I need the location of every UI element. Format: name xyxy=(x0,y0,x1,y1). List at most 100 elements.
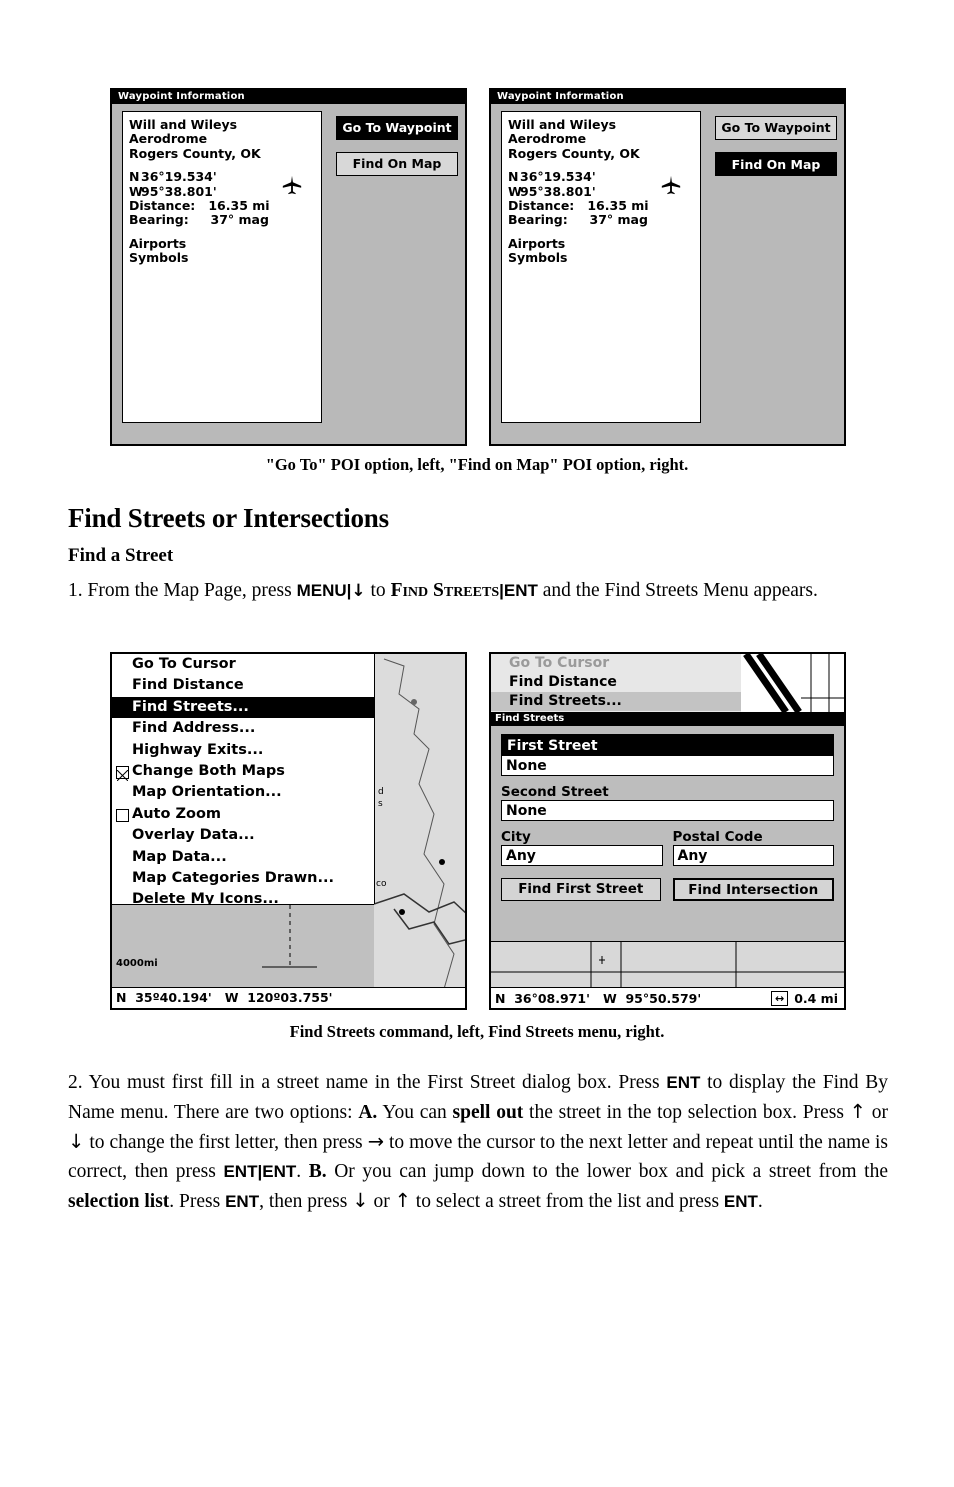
checkbox-unchecked-icon[interactable] xyxy=(116,808,129,822)
city-label: City xyxy=(501,829,531,845)
s2-t10: . Press xyxy=(169,1191,226,1212)
find-streets-dialog-title: Find Streets xyxy=(491,712,844,726)
gps-unit-find-streets: Go To Cursor Find Distance Find Streets.… xyxy=(489,652,846,1010)
waypoint-type: Aerodrome xyxy=(129,131,208,147)
menu-label: Auto Zoom xyxy=(132,805,222,822)
s2-t13: to select a street from the list and pre… xyxy=(410,1191,724,1212)
longitude-value: 95°38.801' xyxy=(520,183,596,199)
map-graphic: d s co xyxy=(373,654,465,994)
waypoint-info-panel-right: Will and Wileys Aerodrome Rogers County,… xyxy=(501,111,701,423)
second-street-value-field[interactable]: None xyxy=(501,800,834,821)
status-scale-value: 0.4 mi xyxy=(794,990,838,1006)
up-arrow-icon-1: ↑ xyxy=(849,1100,867,1123)
s2-t12: or xyxy=(368,1191,395,1212)
key-ent-1: ENT xyxy=(666,1073,701,1092)
waypoint-name: Will and Wileys xyxy=(129,117,238,132)
menu-item-highway-exits[interactable]: Highway Exits... xyxy=(112,740,374,761)
s2-t14: . xyxy=(757,1191,763,1212)
background-map-menu: Go To Cursor Find Distance Find Streets.… xyxy=(491,654,741,728)
status-bar-left: N 35º40.194' W 120º03.755' xyxy=(112,987,465,1008)
key-ent-3: ENT xyxy=(262,1162,297,1181)
menu-label: Change Both Maps xyxy=(132,762,285,779)
svg-text:co: co xyxy=(376,879,387,889)
spell-out-emphasis: spell out xyxy=(452,1102,524,1123)
postal-code-value-field[interactable]: Any xyxy=(672,845,834,866)
map-bottom-graphic xyxy=(491,942,844,988)
s2-t9: Or you can jump down to the lower box an… xyxy=(326,1161,888,1182)
s2-t5: or xyxy=(866,1102,889,1123)
latitude-value: 36°19.534' xyxy=(141,169,217,185)
waypoint-county: Rogers County, OK xyxy=(129,145,261,161)
status-longitude: 120º03.755' xyxy=(247,990,333,1005)
status-latitude: 35º40.194' xyxy=(135,990,212,1005)
window-title-right: Waypoint Information xyxy=(491,90,844,104)
figure-2-caption: Find Streets command, left, Find Streets… xyxy=(289,1022,665,1041)
menu-label: Map Orientation... xyxy=(132,784,282,801)
key-ent-4: ENT xyxy=(225,1192,260,1211)
menu-item-find-distance-bg[interactable]: Find Distance xyxy=(491,673,741,692)
down-arrow-icon-1: ↓ xyxy=(68,1130,85,1153)
menu-item-overlay-data[interactable]: Overlay Data... xyxy=(112,825,374,846)
s2-t6: to change the first letter, then press xyxy=(84,1132,368,1153)
waypoint-category: Airports xyxy=(508,235,566,251)
section-heading: Find Streets or Intersections xyxy=(68,503,389,533)
latitude-hemisphere: N xyxy=(508,169,519,185)
city-value-field[interactable]: Any xyxy=(501,845,663,866)
menu-label: Highway Exits... xyxy=(132,741,264,758)
waypoint-body-left: Will and Wileys Aerodrome Rogers County,… xyxy=(112,104,465,434)
status-lat-hemisphere: N xyxy=(116,990,127,1005)
find-on-map-button-left[interactable]: Find On Map xyxy=(336,152,458,176)
status-bar-right: N 36°08.971' W 95°50.579' ↔ 0.4 mi xyxy=(491,987,844,1008)
waypoint-subcategory: Symbols xyxy=(129,250,189,266)
longitude-value: 95°38.801' xyxy=(141,183,217,199)
find-on-map-button-right[interactable]: Find On Map xyxy=(715,152,837,176)
menu-item-map-data[interactable]: Map Data... xyxy=(112,847,374,868)
key-menu: MENU xyxy=(296,581,347,600)
menu-label: Find Streets... xyxy=(509,693,622,709)
menu-item-find-address[interactable]: Find Address... xyxy=(112,718,374,739)
menu-item-map-categories-drawn[interactable]: Map Categories Drawn... xyxy=(112,868,374,889)
latitude-hemisphere: N xyxy=(129,169,140,185)
menu-item-auto-zoom[interactable]: Auto Zoom xyxy=(112,804,374,825)
go-to-waypoint-button-right[interactable]: Go To Waypoint xyxy=(715,116,837,140)
up-arrow-icon-2: ↑ xyxy=(394,1189,411,1212)
down-arrow-icon-2: ↓ xyxy=(352,1189,369,1212)
distance-value: Distance: 16.35 mi xyxy=(129,198,270,214)
find-first-street-button[interactable]: Find First Street xyxy=(501,878,661,901)
s2-t11: , then press xyxy=(259,1191,353,1212)
waypoint-info-panel-left: Will and Wileys Aerodrome Rogers County,… xyxy=(122,111,322,423)
go-to-waypoint-button-left[interactable]: Go To Waypoint xyxy=(336,116,458,140)
map-scale-label: 4000mi xyxy=(116,958,158,969)
option-b-label: B. xyxy=(308,1161,327,1182)
distance-value: Distance: 16.35 mi xyxy=(508,198,649,214)
menu-item-go-to-cursor-dim: Go To Cursor xyxy=(491,654,741,673)
gps-unit-right: Waypoint Information Will and Wileys Aer… xyxy=(489,88,846,446)
menu-item-change-both-maps[interactable]: Change Both Maps xyxy=(112,761,374,782)
checkbox-checked-icon[interactable] xyxy=(116,765,129,782)
step1-lead: 1. From the Map Page, press xyxy=(68,580,297,601)
go-to-waypoint-label: Go To Waypoint xyxy=(337,117,457,139)
map-background-right xyxy=(741,654,844,714)
find-intersection-button[interactable]: Find Intersection xyxy=(672,878,834,901)
document-page: Waypoint Information Will and Wileys Aer… xyxy=(0,0,954,1487)
menu-item-find-streets-bg[interactable]: Find Streets... xyxy=(491,692,741,711)
find-streets-dialog-body: First Street None Second Street None Cit… xyxy=(491,726,844,941)
first-street-value-field[interactable]: None xyxy=(501,755,834,776)
waypoint-type: Aerodrome xyxy=(508,131,587,147)
gps-unit-map-menu: d s co Go To Cursor Find Distance Find S… xyxy=(110,652,467,1010)
map-bottom-strip xyxy=(491,941,844,988)
scale-arrow-icon: ↔ xyxy=(770,990,789,1006)
longitude-hemisphere: W xyxy=(508,183,522,199)
menu-item-find-streets[interactable]: Find Streets... xyxy=(112,696,374,719)
airplane-icon xyxy=(282,175,302,195)
menu-label: Find Address... xyxy=(132,720,256,737)
waypoint-category: Airports xyxy=(129,235,187,251)
map-menu-panel: Go To Cursor Find Distance Find Streets.… xyxy=(112,654,375,907)
map-graphic-right xyxy=(741,654,844,714)
menu-label: Find Distance xyxy=(132,677,244,694)
menu-item-go-to-cursor[interactable]: Go To Cursor xyxy=(112,654,374,675)
first-street-selected-field[interactable]: First Street xyxy=(501,734,834,755)
menu-item-map-orientation[interactable]: Map Orientation... xyxy=(112,782,374,803)
menu-item-find-distance[interactable]: Find Distance xyxy=(112,675,374,696)
menu-label: Find Distance xyxy=(509,674,617,690)
